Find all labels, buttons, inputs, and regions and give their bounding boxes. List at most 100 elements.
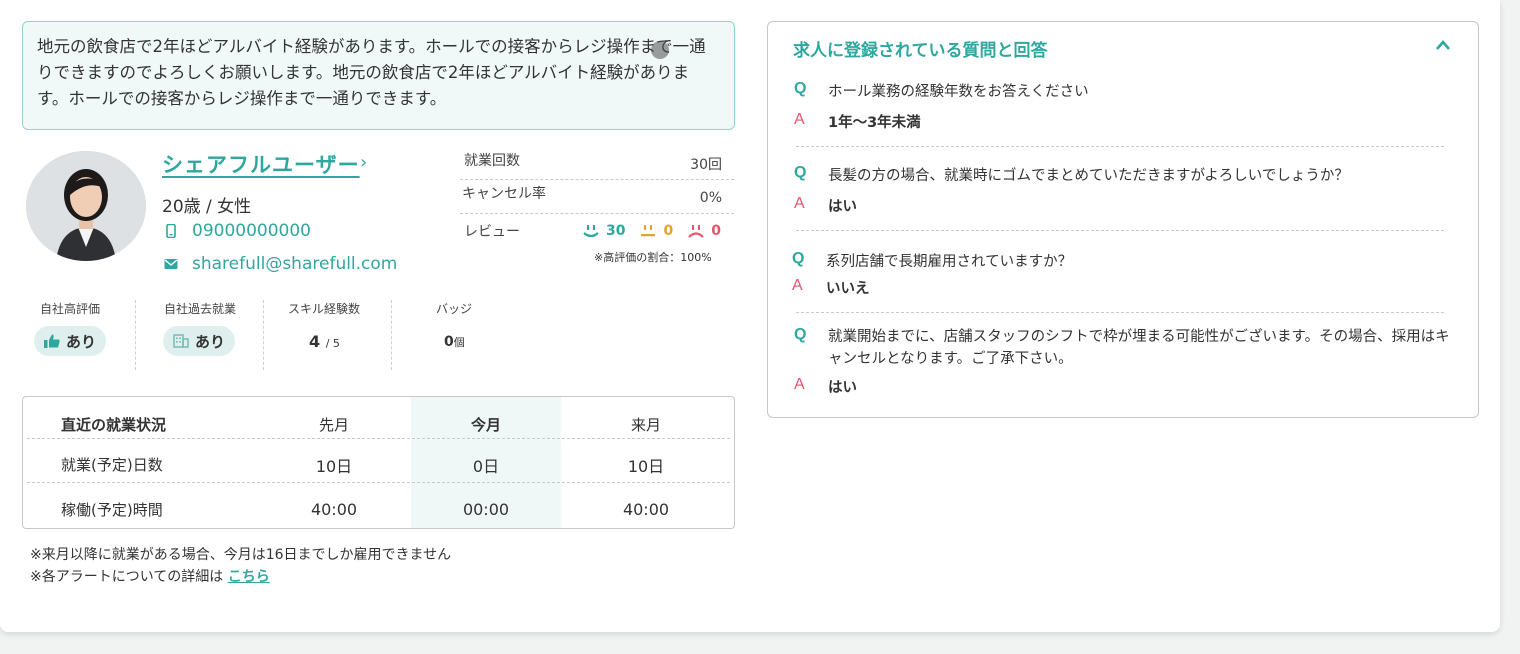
a-marker: A [794, 111, 805, 128]
qa-answer-1: A 1年〜3年未満 [794, 111, 921, 132]
q-marker: Q [794, 164, 807, 181]
work-hours-last: 40:00 [310, 500, 358, 519]
qa-answer-text: いいえ [826, 281, 870, 297]
row-work-hours-label: 稼働(予定)時間 [61, 501, 163, 519]
high-eval-value: あり [66, 332, 97, 351]
row-work-days-label: 就業(予定)日数 [61, 456, 163, 474]
divider [27, 482, 730, 483]
work-hours-this: 00:00 [462, 500, 510, 519]
badge-unit: 個 [453, 336, 465, 349]
divider [460, 213, 734, 214]
metric-past-work-label: 自社過去就業 [164, 302, 237, 316]
stat-cancel-label: キャンセル率 [462, 186, 546, 202]
qa-answer-text: はい [828, 380, 857, 396]
note-line-2: ※各アラートについての詳細は こちら [30, 566, 451, 588]
qa-panel: 求人に登録されている質問と回答 Q ホール業務の経験年数をお答えください A 1… [767, 21, 1479, 418]
a-marker: A [794, 376, 805, 393]
review-bad-count: 0 [711, 223, 721, 239]
qa-answer-text: 1年〜3年未満 [828, 115, 921, 131]
q-marker: Q [792, 250, 805, 267]
divider [263, 300, 264, 370]
review-good-count: 30 [606, 223, 626, 239]
metric-high-eval: 自社高評価 あり [34, 298, 134, 370]
applicant-card: 地元の飲食店で2年ほどアルバイト経験があります。ホールでの接客からレジ操作まで一… [0, 0, 1500, 632]
skill-count: 4 / 5 [309, 332, 340, 351]
alert-notes: ※来月以降に就業がある場合、今月は16日までしか雇用できません ※各アラートにつ… [30, 544, 451, 588]
a-marker: A [792, 277, 803, 294]
past-work-value: あり [195, 332, 226, 351]
past-work-badge: あり [163, 326, 236, 356]
qa-question-1: Q ホール業務の経験年数をお答えください [794, 80, 1089, 101]
profile-name-link[interactable]: シェアフルユーザー [162, 149, 360, 179]
review-neutral: 0 [639, 223, 673, 239]
qa-answer-2: A はい [794, 195, 857, 216]
stat-work-count: 就業回数 30回 [460, 150, 734, 180]
stat-cancel-rate: キャンセル率 0% [460, 183, 734, 213]
stat-work-count-value: 30回 [690, 157, 722, 173]
chevron-right-icon[interactable]: › [360, 152, 367, 173]
metric-badge-label: バッジ [436, 302, 473, 316]
work-days-last: 10日 [315, 457, 353, 476]
divider [796, 312, 1444, 313]
qa-question-4: Q 就業開始までに、店舗スタッフのシフトで枠が埋まる可能性がございます。その場合… [794, 326, 1454, 370]
phone-row[interactable]: 09000000000 [164, 221, 311, 241]
divider [796, 146, 1444, 147]
qa-question-2: Q 長髪の方の場合、就業時にゴムでまとめていただきますがよろしいでしょうか？ [794, 164, 1349, 185]
qa-question-text: 就業開始までに、店舗スタッフのシフトで枠が埋まる可能性がございます。その場合、採… [828, 329, 1450, 367]
phone-number[interactable]: 09000000000 [192, 221, 311, 241]
work-days-next: 10日 [627, 457, 665, 476]
badge-value: 0 [444, 334, 454, 350]
mail-icon [164, 259, 178, 269]
thumbs-up-icon [44, 334, 60, 348]
work-status-table: 直近の就業状況 先月 今月 来月 就業(予定)日数 10日 0日 10日 稼働(… [22, 396, 735, 529]
stat-cancel-value: 0% [699, 190, 722, 206]
email-address[interactable]: sharefull@sharefull.com [192, 254, 397, 274]
avatar [26, 151, 146, 261]
high-rating-ratio: ※高評価の割合：100% [594, 251, 712, 264]
divider [27, 438, 730, 439]
stat-review-label: レビュー [464, 224, 520, 240]
col-next-month: 来月 [630, 416, 661, 434]
a-marker: A [794, 195, 805, 212]
high-eval-badge: あり [34, 326, 107, 356]
q-marker: Q [794, 326, 807, 343]
work-days-this: 0日 [472, 457, 500, 476]
applicant-message: 地元の飲食店で2年ほどアルバイト経験があります。ホールでの接客からレジ操作まで一… [22, 21, 735, 130]
age-gender: 20歳 / 女性 [162, 197, 252, 217]
metric-high-eval-label: 自社高評価 [40, 302, 101, 316]
email-row[interactable]: sharefull@sharefull.com [164, 254, 397, 274]
review-bad: 0 [687, 223, 721, 239]
smile-icon [583, 225, 599, 238]
stat-work-count-label: 就業回数 [464, 153, 520, 169]
qa-question-text: 系列店舗で長期雇用されていますか？ [826, 254, 1073, 270]
qa-answer-text: はい [828, 199, 857, 215]
divider [796, 230, 1444, 231]
work-table-title: 直近の就業状況 [61, 416, 167, 434]
details-link[interactable]: こちら [228, 569, 270, 585]
qa-question-text: ホール業務の経験年数をお答えください [828, 84, 1089, 100]
note-line-1: ※来月以降に就業がある場合、今月は16日までしか雇用できません [30, 547, 452, 563]
badge-count: 0個 [444, 334, 465, 350]
frown-icon [688, 225, 705, 238]
note-line-2-text: ※各アラートについての詳細は [30, 569, 228, 585]
phone-icon [166, 224, 176, 238]
metric-skill-label: スキル経験数 [288, 302, 361, 316]
review-neutral-count: 0 [663, 223, 674, 239]
building-icon [173, 334, 189, 348]
chevron-up-icon[interactable] [1434, 38, 1452, 52]
col-last-month: 先月 [318, 416, 349, 434]
divider [460, 179, 734, 180]
metric-badge: バッジ 0個 [436, 298, 516, 370]
qa-answer-4: A はい [794, 376, 857, 397]
divider [391, 300, 392, 370]
metric-skill: スキル経験数 4 / 5 [288, 298, 388, 370]
qa-answer-3: A いいえ [792, 277, 870, 298]
qa-question-text: 長髪の方の場合、就業時にゴムでまとめていただきますがよろしいでしょうか？ [828, 168, 1349, 184]
q-marker: Q [794, 80, 807, 97]
work-hours-next: 40:00 [622, 500, 670, 519]
skill-value: 4 [309, 332, 321, 351]
divider [135, 300, 136, 370]
skill-total: / 5 [325, 337, 340, 350]
mouse-cursor [651, 41, 669, 59]
review-counts: 30 0 0 [582, 223, 721, 239]
